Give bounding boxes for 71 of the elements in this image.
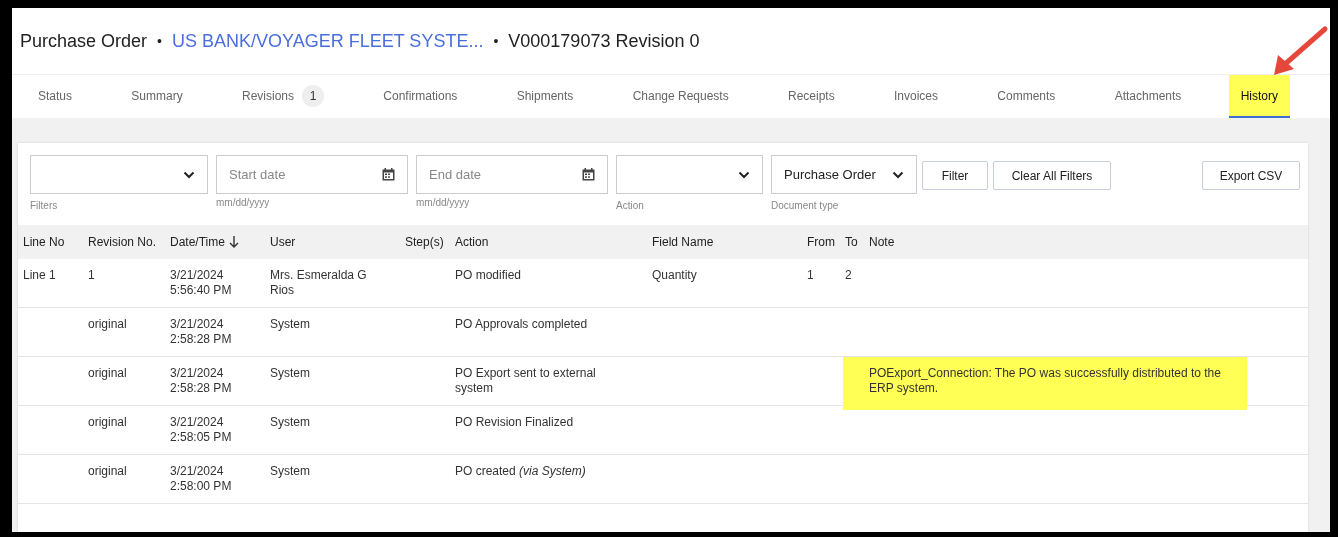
table-cell-text: System	[270, 415, 311, 430]
column-header[interactable]: Date/Time	[170, 233, 225, 251]
table-cell-text: original	[88, 464, 128, 479]
calendar-icon	[382, 168, 395, 181]
table-cell-text: PO Export sent to external system	[455, 366, 597, 396]
column-header[interactable]: Action	[455, 233, 489, 251]
chevron-down-icon	[183, 170, 195, 179]
sort-arrow-icon[interactable]	[228, 236, 239, 248]
tab[interactable]: Confirmations	[371, 75, 470, 118]
page-title: Purchase Order	[20, 29, 148, 53]
table-cell-text: PO modified	[455, 268, 523, 283]
clear-filters-button[interactable]: Clear All Filters	[993, 161, 1111, 190]
filter-button[interactable]: Filter	[922, 161, 988, 190]
column-header[interactable]: To	[845, 233, 858, 251]
field-hint: Document type	[771, 199, 840, 213]
separator-dot: •	[493, 31, 499, 51]
table-cell-text: Line 1	[23, 268, 57, 283]
select-field[interactable]	[30, 155, 208, 194]
column-header[interactable]: Step(s)	[405, 233, 444, 251]
tab[interactable]: Attachments	[1102, 75, 1194, 118]
table-cell-text: 3/21/2024 2:58:05 PM	[170, 415, 233, 445]
chevron-down-icon	[892, 170, 904, 179]
calendar-icon	[582, 168, 595, 181]
count-badge: 1	[302, 84, 324, 107]
column-header[interactable]: Note	[869, 233, 895, 251]
table-cell-text: System	[270, 366, 311, 381]
table-cell-text: 2	[845, 268, 853, 283]
table-cell-text: 1	[88, 268, 96, 283]
field-hint: Action	[616, 199, 645, 213]
field-hint: Filters	[30, 199, 59, 213]
table-cell-text: original	[88, 317, 128, 332]
export-csv-button[interactable]: Export CSV	[1202, 161, 1300, 190]
column-header[interactable]: User	[270, 233, 296, 251]
field-hint: mm/dd/yyyy	[416, 196, 471, 210]
chevron-down-icon	[738, 170, 750, 179]
document-number: V000179073 Revision 0	[508, 29, 700, 53]
table-cell-text: 3/21/2024 2:58:00 PM	[170, 464, 233, 494]
tab[interactable]: History	[1228, 75, 1290, 118]
table-cell-text: 3/21/2024 2:58:28 PM	[170, 366, 233, 396]
tab[interactable]: Summary	[119, 75, 195, 118]
column-header[interactable]: From	[807, 233, 835, 251]
table-cell-text: System	[270, 317, 311, 332]
tab[interactable]: Receipts	[776, 75, 847, 118]
select-field[interactable]	[616, 155, 763, 194]
column-header[interactable]: Line No	[23, 233, 65, 251]
tab[interactable]: Status	[26, 75, 85, 118]
tab[interactable]: Comments	[985, 75, 1068, 118]
table-cell-text: System	[270, 464, 311, 479]
note-text: POExport_Connection: The PO was successfully distributed to the ERP system.	[869, 366, 1222, 396]
supplier-link[interactable]: US BANK/VOYAGER FLEET SYSTE...	[171, 27, 484, 55]
table-cell-text: original	[88, 366, 128, 381]
table-cell-text: Mrs. Esmeralda G Rios	[270, 268, 368, 298]
table-cell-text: 3/21/2024 2:58:28 PM	[170, 317, 233, 347]
tab[interactable]: Invoices	[882, 75, 950, 118]
separator-dot: •	[157, 31, 162, 51]
table-cell-text: Quantity	[652, 268, 698, 283]
table-cell-text: 1	[807, 268, 815, 283]
tab[interactable]: Change Requests	[620, 75, 741, 118]
select-field[interactable]: Purchase Order	[771, 155, 917, 194]
date-field[interactable]: End date	[416, 155, 608, 194]
table-cell-text: PO Revision Finalized	[455, 415, 575, 430]
column-header[interactable]: Revision No.	[88, 233, 157, 251]
column-header[interactable]: Field Name	[652, 233, 714, 251]
table-cell-text: PO created (via System)	[455, 464, 587, 479]
table-cell-text: original	[88, 415, 128, 430]
date-field[interactable]: Start date	[216, 155, 408, 194]
table-cell-text: PO Approvals completed	[455, 317, 589, 332]
field-hint: mm/dd/yyyy	[216, 196, 271, 210]
tab[interactable]: Revisions 1	[229, 75, 336, 118]
table-cell-text: 3/21/2024 5:56:40 PM	[170, 268, 233, 298]
tab[interactable]: Shipments	[504, 75, 586, 118]
